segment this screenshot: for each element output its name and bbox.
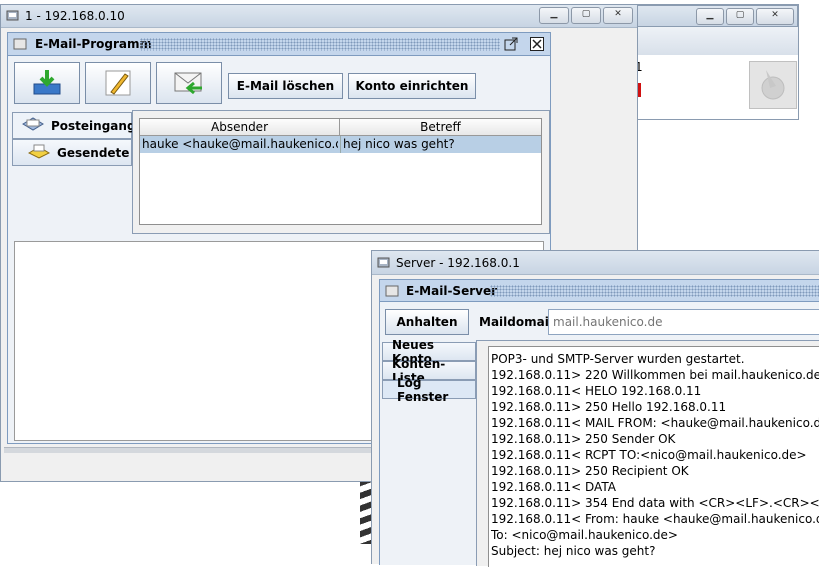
mail-list-panel: Absender Betreff hauke <hauke@mail.hauke… — [132, 110, 550, 234]
server-window-title: Server - 192.168.0.1 — [396, 256, 520, 270]
tab-posteingang[interactable]: Posteingang — [12, 112, 136, 139]
log-panel: POP3- und SMTP-Server wurden gestartet. 1… — [476, 340, 819, 567]
background-window-panel: 1 — [631, 55, 798, 117]
titlebar-grip — [140, 38, 500, 51]
mail-table[interactable]: Absender Betreff hauke <hauke@mail.hauke… — [139, 118, 542, 225]
close-icon[interactable] — [530, 37, 544, 51]
subject-cell: hej nico was geht? — [343, 137, 455, 151]
maximize-icon[interactable]: ▢ — [726, 8, 754, 25]
program-icon — [385, 285, 399, 300]
reply-mail-button[interactable] — [156, 62, 222, 104]
internal-frame-title: E-Mail-Programm — [35, 37, 152, 51]
internal-frame-title: E-Mail-Server — [406, 284, 498, 298]
maildomain-input[interactable] — [548, 309, 819, 335]
compose-mail-button[interactable] — [85, 62, 151, 104]
log-line: Subject: hej nico was geht? — [491, 544, 656, 558]
background-window[interactable]: ▁ ▢ ✕ 1 — [630, 4, 799, 120]
app-icon — [6, 9, 20, 22]
titlebar-grip — [490, 285, 819, 297]
column-header-betreff[interactable]: Betreff — [340, 119, 541, 136]
server-internal-frame[interactable]: E-Mail-Server Anhalten Maildomain: Neues… — [379, 279, 819, 567]
log-line: 192.168.0.11> 354 End data with <CR><LF>… — [491, 496, 819, 510]
log-lines: POP3- und SMTP-Server wurden gestartet. 1… — [491, 351, 819, 559]
setup-account-button[interactable]: Konto einrichten — [348, 73, 476, 99]
pencil-icon — [105, 70, 131, 96]
sender-cell: hauke <hauke@mail.haukenico.d... — [142, 137, 338, 151]
background-window-titlebar[interactable]: ▁ ▢ ✕ — [631, 5, 798, 27]
log-line: 192.168.0.11< From: hauke <hauke@mail.ha… — [491, 512, 819, 526]
tab-label: Gesendete — [57, 145, 130, 160]
mail-client-icon — [749, 61, 797, 109]
log-line: POP3- und SMTP-Server wurden gestartet. — [491, 352, 745, 366]
server-window-titlebar[interactable]: Server - 192.168.0.1 — [372, 251, 819, 275]
mail-window-title: 1 - 192.168.0.10 — [25, 9, 125, 23]
minimize-icon[interactable]: ▁ — [696, 8, 724, 25]
tab-gesendete[interactable]: Gesendete — [12, 139, 132, 166]
server-window[interactable]: Server - 192.168.0.1 E-Mail-Server Anhal… — [371, 250, 819, 567]
log-line: To: <nico@mail.haukenico.de> — [491, 528, 678, 542]
delete-mail-button[interactable]: E-Mail löschen — [228, 73, 343, 99]
minimize-icon[interactable]: ▁ — [539, 7, 569, 24]
stop-server-button[interactable]: Anhalten — [385, 309, 469, 335]
log-textarea[interactable]: POP3- und SMTP-Server wurden gestartet. 1… — [488, 346, 819, 567]
log-line: 192.168.0.11> 220 Willkommen bei mail.ha… — [491, 368, 819, 382]
log-line: 192.168.0.11> 250 Recipient OK — [491, 464, 689, 478]
log-line: 192.168.0.11< RCPT TO:<nico@mail.haukeni… — [491, 448, 807, 462]
cell-divider — [340, 136, 341, 153]
undock-icon[interactable] — [504, 37, 518, 51]
desktop-panel — [638, 120, 819, 249]
close-icon[interactable]: ✕ — [603, 7, 633, 24]
tab-label: Posteingang — [51, 118, 136, 133]
log-line: 192.168.0.11> 250 Sender OK — [491, 432, 676, 446]
reply-envelope-icon — [174, 72, 202, 95]
mail-window-titlebar[interactable]: 1 - 192.168.0.10 ▁ ▢ ✕ — [1, 5, 637, 28]
tab-log-fenster[interactable]: Log Fenster — [382, 376, 476, 404]
close-icon[interactable]: ✕ — [756, 8, 794, 25]
log-line: 192.168.0.11< HELO 192.168.0.11 — [491, 384, 702, 398]
mail-internal-titlebar[interactable]: E-Mail-Programm — [8, 33, 550, 56]
download-icon — [33, 70, 61, 95]
maximize-icon[interactable]: ▢ — [571, 7, 601, 24]
tab-label: Log Fenster — [397, 375, 449, 404]
receive-mail-button[interactable] — [14, 62, 80, 104]
column-header-absender[interactable]: Absender — [140, 119, 340, 136]
log-line: 192.168.0.11< DATA — [491, 480, 616, 494]
server-internal-titlebar[interactable]: E-Mail-Server — [380, 280, 819, 302]
sent-icon — [27, 143, 51, 162]
log-line: 192.168.0.11< MAIL FROM: <hauke@mail.hau… — [491, 416, 819, 430]
app-icon — [377, 256, 391, 269]
log-line: 192.168.0.11> 250 Hello 192.168.0.11 — [491, 400, 727, 414]
program-icon — [13, 38, 27, 53]
table-row[interactable]: hauke <hauke@mail.haukenico.d... hej nic… — [140, 136, 541, 153]
background-window-header — [631, 27, 798, 55]
inbox-icon — [21, 116, 45, 135]
